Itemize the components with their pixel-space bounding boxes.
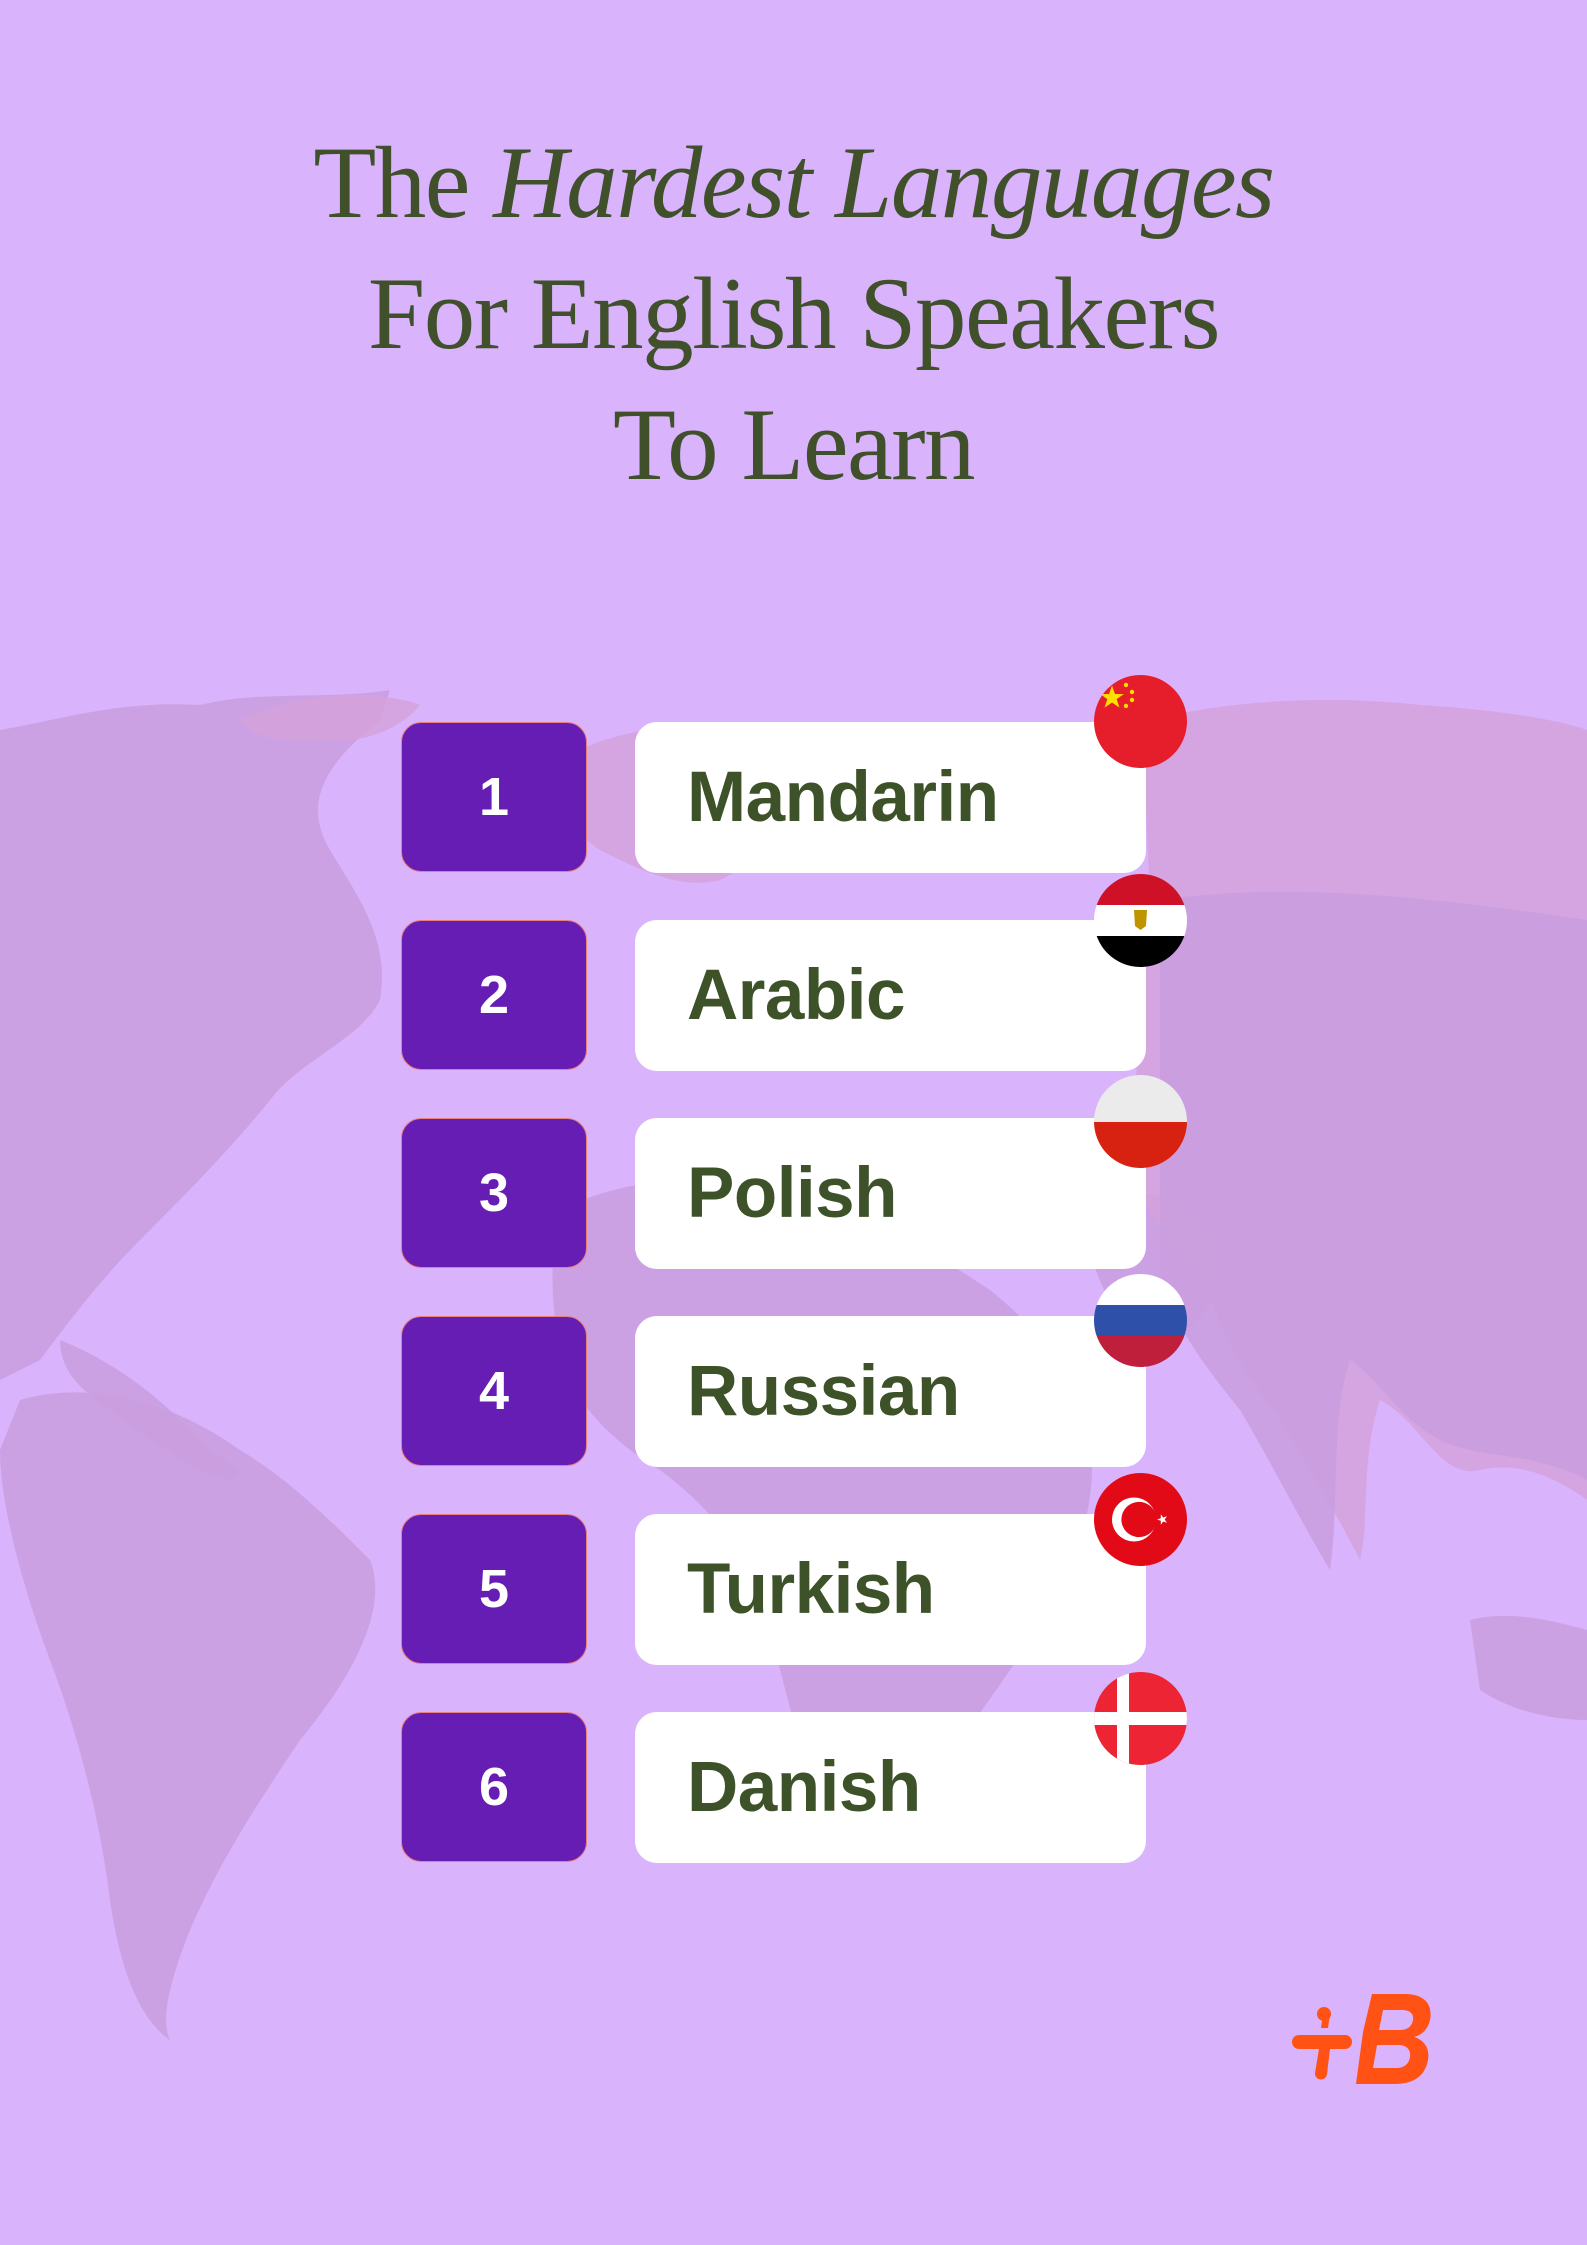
language-card: Polish bbox=[635, 1118, 1146, 1269]
denmark-flag-icon bbox=[1094, 1672, 1187, 1765]
rank-badge: 2 bbox=[401, 920, 587, 1070]
page-title: The Hardest Languages For English Speake… bbox=[0, 118, 1587, 511]
turkey-flag-icon bbox=[1094, 1473, 1187, 1566]
title-prefix: The bbox=[313, 126, 494, 240]
language-card: Russian bbox=[635, 1316, 1146, 1467]
rank-badge: 1 bbox=[401, 722, 587, 872]
rank-badge: 6 bbox=[401, 1712, 587, 1862]
rank-badge: 4 bbox=[401, 1316, 587, 1466]
title-line-3: To Learn bbox=[612, 388, 976, 502]
egypt-flag-icon bbox=[1094, 874, 1187, 967]
china-flag-icon bbox=[1094, 675, 1187, 768]
poland-flag-icon bbox=[1094, 1075, 1187, 1168]
title-line-2: For English Speakers bbox=[367, 257, 1221, 371]
language-name: Danish bbox=[687, 1748, 921, 1827]
language-card: Arabic bbox=[635, 920, 1146, 1071]
list-item: 5 Turkish bbox=[0, 1514, 1587, 1665]
list-item: 2 Arabic bbox=[0, 920, 1587, 1071]
babbel-logo-icon bbox=[1292, 1994, 1431, 2084]
russia-flag-icon bbox=[1094, 1274, 1187, 1367]
list-item: 3 Polish bbox=[0, 1118, 1587, 1269]
title-line-1: The Hardest Languages bbox=[0, 118, 1587, 249]
title-emphasis: Hardest Languages bbox=[493, 126, 1275, 240]
language-name: Arabic bbox=[687, 956, 905, 1035]
rank-badge: 5 bbox=[401, 1514, 587, 1664]
language-name: Turkish bbox=[687, 1550, 935, 1629]
language-card: Turkish bbox=[635, 1514, 1146, 1665]
rank-badge: 3 bbox=[401, 1118, 587, 1268]
language-card: Mandarin bbox=[635, 722, 1146, 873]
language-name: Russian bbox=[687, 1352, 960, 1431]
language-card: Danish bbox=[635, 1712, 1146, 1863]
list-item: 4 Russian bbox=[0, 1316, 1587, 1467]
language-name: Polish bbox=[687, 1154, 898, 1233]
list-item: 1 Mandarin bbox=[0, 722, 1587, 873]
language-name: Mandarin bbox=[687, 758, 999, 837]
list-item: 6 Danish bbox=[0, 1712, 1587, 1863]
